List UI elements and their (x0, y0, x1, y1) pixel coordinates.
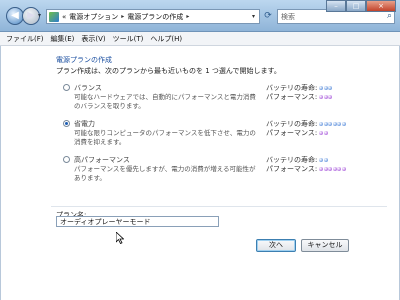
menu-edit[interactable]: 編集(E) (51, 34, 75, 44)
performance-stat: パフォーマンス: (266, 164, 346, 174)
rating-dot (319, 158, 324, 162)
menu-tools[interactable]: ツール(T) (113, 34, 144, 44)
breadcrumb-separator-icon[interactable]: ▸ (121, 13, 124, 20)
rating-dot (323, 95, 328, 99)
main-content: 電源プランの作成 プラン作成は、次のプランから最も近いものを 1 つ選んで開始し… (0, 46, 400, 300)
menu-view[interactable]: 表示(V) (81, 34, 105, 44)
menu-bar: ファイル(F) 編集(E) 表示(V) ツール(T) ヘルプ(H) (0, 32, 400, 46)
close-button[interactable]: × (366, 0, 396, 12)
performance-stat: パフォーマンス: (266, 128, 328, 138)
search-placeholder: 検索 (281, 13, 295, 21)
control-panel-icon (49, 11, 59, 22)
rating-dot (319, 167, 324, 171)
rating-dot (328, 122, 333, 126)
page-instructions: プラン作成は、次のプランから最も近いものを 1 つ選んで開始します。 (56, 67, 281, 75)
performance-rating-icon (319, 167, 346, 171)
rating-dot (319, 131, 324, 135)
cancel-button[interactable]: キャンセル (301, 239, 349, 252)
battery-rating-icon (319, 158, 328, 162)
rating-dot (328, 95, 333, 99)
mouse-cursor-icon (116, 232, 124, 244)
menu-help[interactable]: ヘルプ(H) (150, 34, 182, 44)
performance-stat: パフォーマンス: (266, 92, 333, 102)
rating-dot (323, 122, 328, 126)
plan-radio[interactable] (63, 120, 70, 127)
plan-description: パフォーマンスを優先しますが、電力の消費が増える可能性があります。 (74, 165, 256, 182)
rating-dot (341, 122, 346, 126)
section-divider (51, 206, 387, 207)
rating-dot (319, 95, 324, 99)
rating-dot (332, 167, 337, 171)
title-bar: ◀ ▶ ▾ « 電源オプション ▸ 電源プランの作成 ▸ ▾ ⟳ 検索 ⌕ – … (0, 0, 400, 32)
rating-dot (341, 167, 346, 171)
rating-dot (328, 86, 333, 90)
performance-rating-icon (319, 131, 328, 135)
page-title: 電源プランの作成 (56, 56, 112, 64)
plan-radio[interactable] (63, 84, 70, 91)
breadcrumb-overflow[interactable]: « (62, 13, 66, 21)
rating-dot (323, 86, 328, 90)
rating-dot (323, 131, 328, 135)
battery-rating-icon (319, 86, 333, 90)
rating-dot (323, 158, 328, 162)
plan-title: バランス (74, 84, 102, 92)
history-dropdown-icon[interactable]: ▾ (38, 13, 44, 19)
refresh-icon[interactable]: ⟳ (262, 9, 274, 24)
maximize-button[interactable]: □ (346, 0, 366, 12)
address-bar[interactable]: « 電源オプション ▸ 電源プランの作成 ▸ (46, 9, 260, 24)
performance-label: パフォーマンス: (266, 165, 318, 173)
menu-file[interactable]: ファイル(F) (6, 34, 44, 44)
rating-dot (319, 122, 324, 126)
address-dropdown-icon[interactable]: ▾ (248, 10, 259, 23)
performance-rating-icon (319, 95, 333, 99)
rating-dot (337, 122, 342, 126)
rating-dot (332, 122, 337, 126)
rating-dot (328, 167, 333, 171)
plan-title: 高パフォーマンス (74, 156, 130, 164)
rating-dot (337, 167, 342, 171)
rating-dot (323, 167, 328, 171)
breadcrumb-create-plan[interactable]: 電源プランの作成 (127, 12, 183, 22)
window-controls: – □ × (326, 0, 396, 12)
performance-label: パフォーマンス: (266, 129, 318, 137)
plan-title: 省電力 (74, 120, 95, 128)
plan-name-input[interactable] (56, 216, 219, 227)
breadcrumb-separator-icon[interactable]: ▸ (186, 13, 189, 20)
battery-rating-icon (319, 122, 346, 126)
rating-dot (319, 86, 324, 90)
search-icon[interactable]: ⌕ (387, 11, 392, 22)
next-button[interactable]: 次へ (256, 239, 296, 252)
plan-radio[interactable] (63, 156, 70, 163)
performance-label: パフォーマンス: (266, 93, 318, 101)
plan-description: 可能なハードウェアでは、自動的にパフォーマンスと電力消費のバランスを取ります。 (74, 93, 256, 110)
minimize-button[interactable]: – (326, 0, 346, 12)
plan-description: 可能な限りコンピュータのパフォーマンスを低下させ、電力の消費を抑えます。 (74, 129, 256, 146)
breadcrumb-power-options[interactable]: 電源オプション (69, 12, 118, 22)
